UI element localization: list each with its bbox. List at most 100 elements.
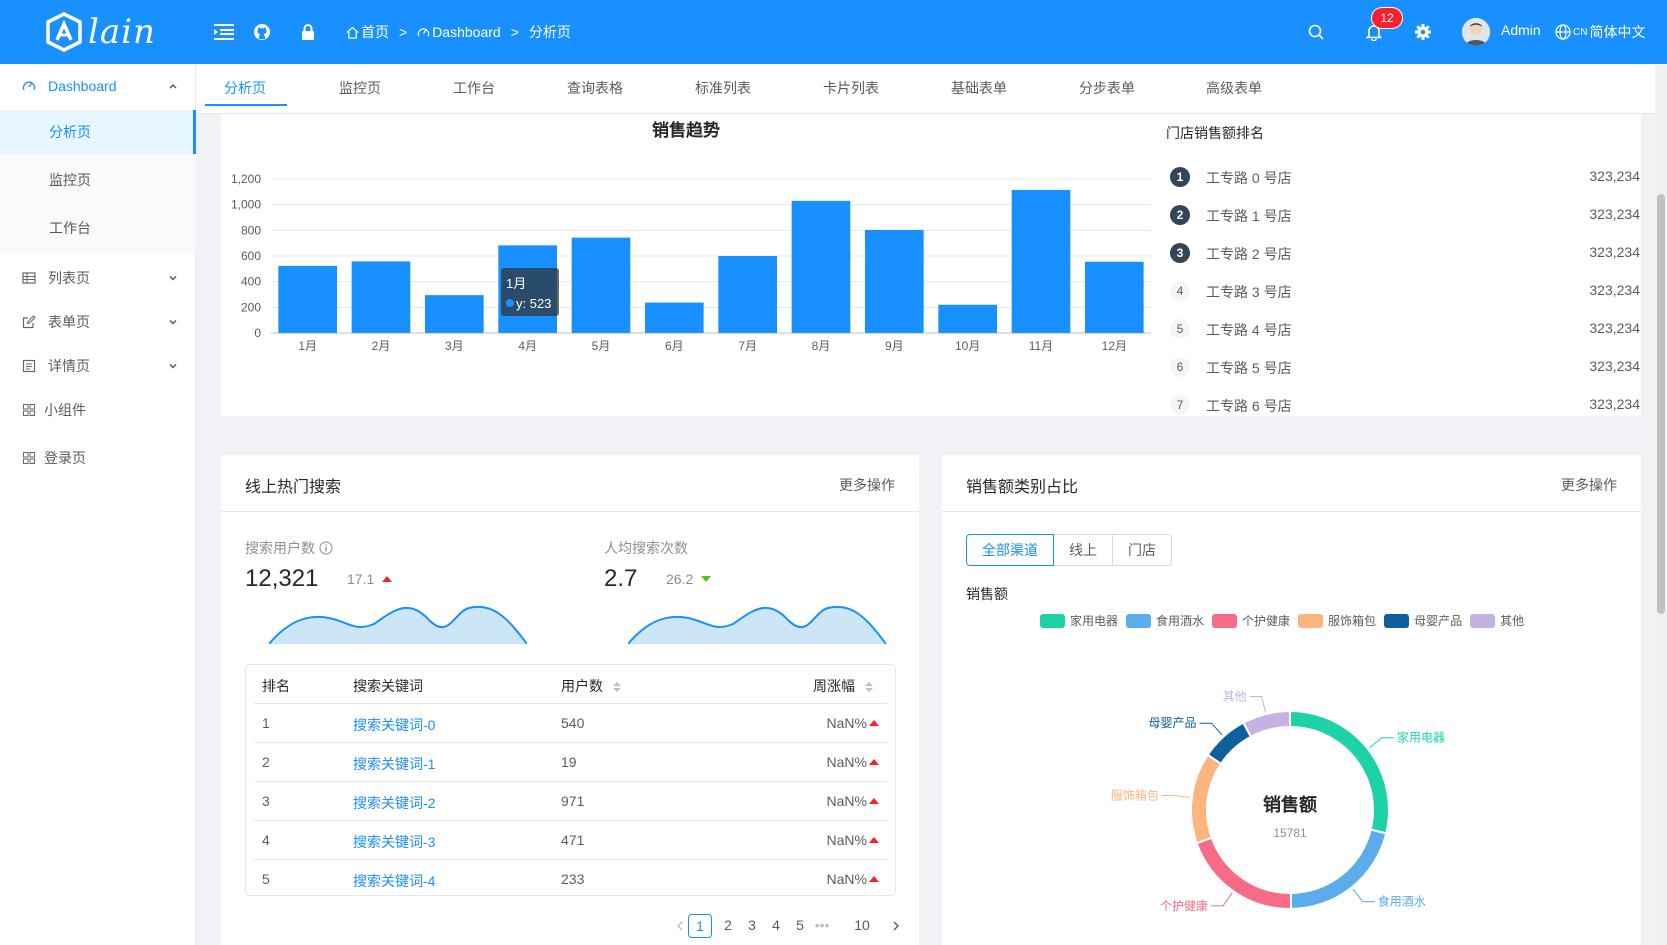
legend-item[interactable]: 服饰箱包: [1298, 612, 1376, 629]
menu-toggle-icon[interactable]: [212, 20, 236, 44]
search-users-value: 12,321: [245, 565, 319, 592]
tab-card-list[interactable]: 卡片列表: [823, 78, 879, 98]
sidebar-subitem-analysis[interactable]: 分析页: [0, 110, 196, 154]
more-actions-link[interactable]: 更多操作: [1561, 475, 1617, 495]
keyword-link[interactable]: 搜索关键词-2: [353, 793, 435, 813]
tab-step-form[interactable]: 分步表单: [1079, 78, 1135, 98]
column-header-range[interactable]: 周涨幅: [813, 676, 873, 696]
donut-slice[interactable]: [1289, 709, 1390, 835]
sidebar-item-login[interactable]: 登录页: [0, 436, 196, 480]
legend-item[interactable]: 其他: [1470, 612, 1524, 629]
pagination-page[interactable]: 1: [688, 914, 712, 938]
language-prefix: CN: [1573, 26, 1588, 38]
sidebar-subitem-monitor[interactable]: 监控页: [0, 158, 196, 202]
bar[interactable]: [645, 302, 704, 333]
y-tick-label: 400: [241, 275, 261, 289]
bar[interactable]: [425, 295, 484, 333]
chevron-down-icon: [169, 319, 177, 325]
pagination-page[interactable]: 2: [716, 914, 740, 938]
sidebar-item-label: 表单页: [48, 314, 90, 330]
bar[interactable]: [571, 237, 631, 333]
keyword-link[interactable]: 搜索关键词-1: [353, 754, 435, 774]
sidebar-subitem-workplace[interactable]: 工作台: [0, 206, 196, 250]
donut-slice[interactable]: [1242, 709, 1291, 739]
pagination-page[interactable]: 4: [764, 914, 788, 938]
legend-item[interactable]: 食用酒水: [1126, 612, 1204, 629]
more-actions-link[interactable]: 更多操作: [839, 475, 895, 495]
keyword-link[interactable]: 搜索关键词-4: [353, 871, 435, 891]
tooltip-title: 1月: [506, 276, 526, 291]
column-header-users[interactable]: 用户数: [561, 676, 621, 696]
donut-center-title: 销售额: [1263, 794, 1317, 815]
search-icon[interactable]: [1304, 20, 1328, 44]
sidebar-item-list[interactable]: 列表页: [0, 256, 196, 300]
tab-analysis[interactable]: 分析页: [224, 78, 266, 98]
pagination-next-icon[interactable]: [884, 914, 908, 938]
breadcrumb-home[interactable]: 首页: [346, 22, 389, 42]
tab-standard-list[interactable]: 标准列表: [695, 78, 751, 98]
ranking-row: 5 工专路 4 号店 323,234: [1170, 319, 1640, 339]
tab-query-table[interactable]: 查询表格: [567, 78, 623, 98]
column-header-keyword: 搜索关键词: [353, 678, 423, 694]
donut-slice[interactable]: [1206, 721, 1253, 766]
legend-label: 其他: [1500, 614, 1525, 628]
bar[interactable]: [865, 229, 924, 333]
bar[interactable]: [791, 200, 851, 333]
pagination-page[interactable]: 5: [788, 914, 812, 938]
scrollbar-thumb[interactable]: [1657, 194, 1665, 614]
sidebar-item-dashboard[interactable]: Dashboard: [0, 64, 196, 108]
keyword-link[interactable]: 搜索关键词-3: [353, 832, 435, 852]
legend-item[interactable]: 个护健康: [1212, 612, 1290, 629]
donut-slice[interactable]: [1289, 828, 1388, 911]
pagination-page[interactable]: 3: [740, 914, 764, 938]
dashboard-icon: [417, 27, 430, 36]
sidebar-item-form[interactable]: 表单页: [0, 300, 196, 344]
pagination-page[interactable]: 10: [850, 914, 874, 938]
bar[interactable]: [718, 256, 777, 333]
column-header-rank: 排名: [262, 678, 290, 694]
sidebar-item-detail[interactable]: 详情页: [0, 344, 196, 388]
gear-icon[interactable]: [1411, 20, 1435, 44]
breadcrumb-dashboard[interactable]: Dashboard: [417, 24, 501, 40]
store-sales: 323,234: [1589, 206, 1640, 222]
search-users-sparkline: [269, 605, 527, 644]
bar[interactable]: [351, 261, 411, 333]
info-icon[interactable]: [319, 541, 333, 555]
lock-icon[interactable]: [296, 20, 320, 44]
tab-basic-form[interactable]: 基础表单: [951, 78, 1007, 98]
donut-slice[interactable]: [1190, 753, 1223, 845]
bar[interactable]: [278, 265, 337, 333]
legend-item[interactable]: 母婴产品: [1384, 612, 1462, 629]
bar[interactable]: [1011, 189, 1071, 333]
table-row: 4 搜索关键词-3 471 NaN%: [254, 821, 887, 860]
tab-workplace[interactable]: 工作台: [453, 78, 495, 98]
donut-slice[interactable]: [1195, 836, 1293, 910]
bar[interactable]: [938, 304, 997, 333]
tooltip-value: y: 523: [516, 296, 551, 311]
cell-rank: 2: [262, 754, 270, 770]
logo[interactable]: lain: [44, 8, 156, 56]
chart-tooltip: 1月 y: 523: [501, 268, 559, 316]
bar[interactable]: [1085, 261, 1144, 333]
pagination: 1 2 3 4 5 ••• 10: [668, 914, 899, 938]
user-name[interactable]: Admin: [1501, 22, 1541, 38]
radio-online[interactable]: 线上: [1053, 534, 1113, 566]
language-switch[interactable]: CN 简体中文: [1555, 22, 1645, 42]
caret-up-icon: [869, 837, 879, 843]
radio-store[interactable]: 门店: [1112, 534, 1172, 566]
pagination-jump[interactable]: •••: [810, 914, 834, 938]
github-icon[interactable]: [250, 20, 274, 44]
legend-swatch: [1040, 613, 1065, 628]
avatar[interactable]: [1462, 18, 1490, 46]
sidebar-item-widgets[interactable]: 小组件: [0, 388, 196, 432]
legend-item[interactable]: 家用电器: [1040, 612, 1118, 629]
search-users-change: 17.1: [347, 571, 393, 587]
keyword-link[interactable]: 搜索关键词-0: [353, 715, 435, 735]
cell-users: 540: [561, 715, 585, 731]
tab-monitor[interactable]: 监控页: [339, 78, 381, 98]
radio-all-channels[interactable]: 全部渠道: [966, 534, 1054, 566]
tab-advanced-form[interactable]: 高级表单: [1206, 78, 1262, 98]
breadcrumb: 首页 > Dashboard > 分析页: [346, 22, 571, 42]
legend-label: 服饰箱包: [1328, 614, 1377, 628]
scrollbar[interactable]: [1655, 64, 1667, 945]
